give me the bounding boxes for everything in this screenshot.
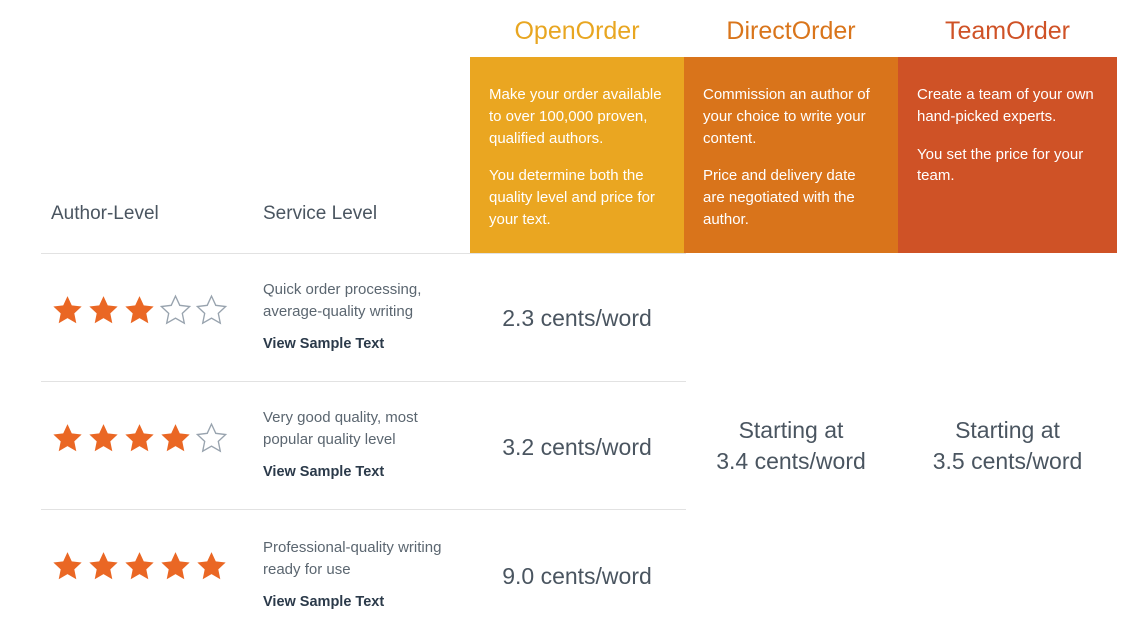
plan-description-line: You set the price for your team. — [917, 145, 1084, 185]
rating-stars — [51, 550, 228, 582]
plan-description-team-order: Create a team of your own hand-picked ex… — [898, 57, 1117, 253]
service-description: Professional-quality writing ready for u… — [263, 539, 442, 578]
plan-description-line: Commission an author of your choice to w… — [703, 86, 870, 147]
price-open-order: 2.3 cents/word — [502, 305, 652, 331]
price-prefix: Starting at — [955, 417, 1060, 443]
view-sample-text-link[interactable]: View Sample Text — [263, 336, 384, 352]
plan-header-open-order: OpenOrder — [514, 17, 640, 45]
price-open-order: 9.0 cents/word — [502, 563, 652, 589]
rating-stars — [51, 422, 228, 454]
rating-stars — [51, 294, 228, 326]
plan-header-team-order: TeamOrder — [944, 17, 1071, 45]
plan-description-line: Make your order available to over 100,00… — [489, 86, 662, 147]
row-divider — [41, 509, 686, 510]
star-filled-icon — [53, 552, 82, 580]
star-filled-icon — [125, 552, 154, 580]
price-value: 3.4 cents/word — [716, 448, 866, 475]
price-team-order: Starting at 3.5 cents/word — [898, 415, 1117, 477]
price-prefix: Starting at — [738, 417, 844, 443]
plan-description-direct-order: Commission an author of your choice to w… — [684, 57, 898, 253]
star-filled-icon — [161, 424, 190, 452]
star-filled-icon — [53, 296, 82, 324]
plan-header-direct-order: DirectOrder — [726, 17, 856, 45]
pricing-comparison-table: OpenOrder DirectOrder TeamOrder Make you… — [0, 0, 1144, 634]
star-empty-icon — [159, 294, 192, 325]
view-sample-text-link[interactable]: View Sample Text — [263, 464, 384, 480]
service-description: Quick order processing, average-quality … — [263, 281, 422, 320]
view-sample-text-link[interactable]: View Sample Text — [263, 594, 384, 610]
price-open-order: 3.2 cents/word — [502, 434, 652, 460]
service-level-cell: Very good quality, most popular quality … — [263, 407, 463, 481]
plan-description-line: You determine both the quality level and… — [489, 167, 655, 228]
star-filled-icon — [89, 296, 118, 324]
plan-description-open-order: Make your order available to over 100,00… — [470, 57, 684, 253]
price-direct-order: Starting at 3.4 cents/word — [684, 415, 898, 477]
service-description: Very good quality, most popular quality … — [263, 409, 418, 448]
row-divider — [41, 253, 686, 254]
star-filled-icon — [89, 552, 118, 580]
service-level-cell: Quick order processing, average-quality … — [263, 279, 463, 353]
column-header-service-level: Service Level — [263, 203, 378, 224]
star-filled-icon — [197, 552, 226, 580]
price-value: 3.5 cents/word — [932, 448, 1083, 475]
plan-description-line: Price and delivery date are negotiated w… — [703, 167, 856, 228]
star-empty-icon — [195, 422, 228, 453]
service-level-cell: Professional-quality writing ready for u… — [263, 537, 463, 611]
column-header-author-level: Author-Level — [51, 203, 159, 224]
star-filled-icon — [125, 296, 154, 324]
star-filled-icon — [89, 424, 118, 452]
star-empty-icon — [195, 294, 228, 325]
row-divider — [41, 381, 686, 382]
star-filled-icon — [125, 424, 154, 452]
star-filled-icon — [161, 552, 190, 580]
plan-description-line: Create a team of your own hand-picked ex… — [917, 86, 1094, 125]
star-filled-icon — [53, 424, 82, 452]
